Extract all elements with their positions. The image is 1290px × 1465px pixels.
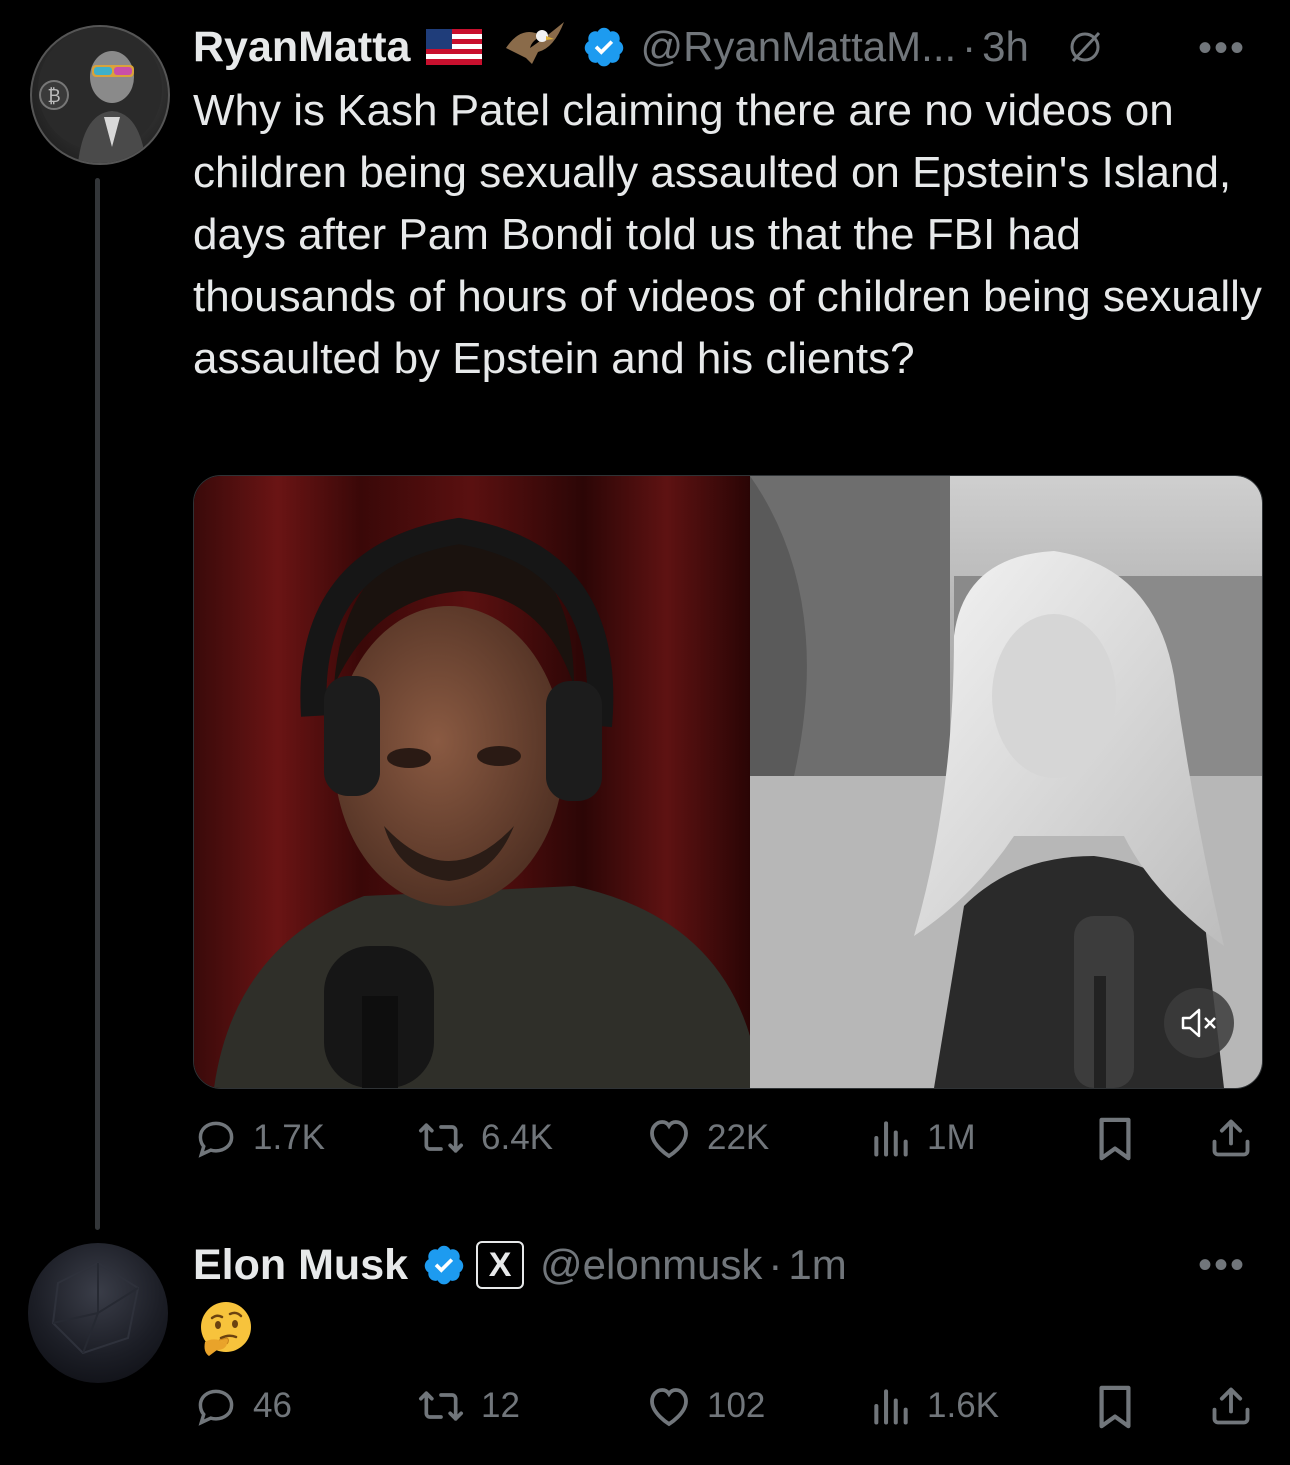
author-name[interactable]: RyanMatta (193, 23, 410, 72)
share-icon (1212, 1119, 1250, 1157)
tweet-actions: 46 12 102 1.6K (193, 1384, 1255, 1434)
emoji-text: 🤔 (197, 1300, 198, 1301)
views-button[interactable]: 1.6K (869, 1384, 999, 1428)
views-icon (874, 1389, 908, 1425)
views-count: 1.6K (927, 1386, 999, 1425)
like-icon (650, 1388, 688, 1427)
svg-text:₿: ₿ (47, 86, 60, 107)
reply-count: 46 (253, 1386, 292, 1425)
reply-icon (198, 1389, 234, 1426)
repost-icon (419, 1123, 463, 1153)
video-frame (194, 476, 1262, 1088)
flag-icon (426, 29, 483, 65)
views-count: 1M (927, 1118, 976, 1157)
avatar-elonmusk[interactable] (28, 1243, 168, 1383)
tweet-header: Elon Musk X @elonmusk · 1m (193, 1237, 847, 1293)
reply-button[interactable]: 46 (193, 1384, 292, 1428)
like-button[interactable]: 102 (645, 1384, 765, 1428)
bookmark-button[interactable] (1095, 1384, 1149, 1430)
bookmark-icon (1099, 1385, 1131, 1429)
views-icon (874, 1121, 908, 1157)
thread-line (95, 178, 100, 1230)
reply-count: 1.7K (253, 1118, 325, 1157)
bookmark-icon (1099, 1117, 1131, 1161)
x-affiliate-badge[interactable]: X (476, 1241, 525, 1289)
more-options-icon[interactable]: ••• (1198, 1243, 1246, 1288)
like-icon (650, 1120, 688, 1159)
author-name[interactable]: Elon Musk (193, 1241, 408, 1290)
mute-icon (1181, 1008, 1216, 1038)
more-options-icon[interactable]: ••• (1198, 26, 1246, 71)
reply-icon (198, 1121, 234, 1158)
eagle-icon (506, 22, 565, 64)
verified-icon[interactable] (422, 1243, 466, 1287)
avatar-ryanmatta[interactable]: ₿ (30, 25, 170, 165)
tweet-video[interactable] (193, 475, 1263, 1089)
thinking-face-icon (201, 1302, 251, 1356)
like-button[interactable]: 22K (645, 1116, 769, 1160)
share-button[interactable] (1209, 1384, 1267, 1428)
like-count: 22K (707, 1118, 770, 1157)
author-handle[interactable]: @RyanMattaM... (640, 23, 956, 71)
tweet-text: Why is Kash Patel claiming there are no … (193, 86, 1262, 383)
mute-button[interactable] (1164, 988, 1234, 1058)
tweet-time[interactable]: 3h (982, 23, 1029, 71)
reply-button[interactable]: 1.7K (193, 1116, 325, 1160)
repost-count: 12 (481, 1386, 520, 1425)
tweet-time[interactable]: 1m (788, 1241, 846, 1289)
tweet-actions: 1.7K 6.4K 22K 1M (193, 1116, 1255, 1166)
repost-count: 6.4K (481, 1118, 553, 1157)
repost-button[interactable]: 12 (415, 1384, 520, 1428)
share-icon (1212, 1387, 1250, 1425)
community-notes-icon (1070, 31, 1100, 63)
separator-dot: · (962, 23, 977, 70)
avatar-image (51, 1261, 140, 1355)
bookmark-button[interactable] (1095, 1116, 1149, 1162)
repost-icon (419, 1391, 463, 1421)
tweet-text: 🤔 (197, 1300, 255, 1358)
avatar-portrait-icon: ₿ (38, 27, 162, 163)
share-button[interactable] (1209, 1116, 1267, 1160)
verified-icon[interactable] (582, 25, 626, 69)
tweet-header: RyanMatta @RyanMattaM... · 3h (193, 20, 1105, 74)
separator-dot: · (768, 1241, 783, 1288)
repost-button[interactable]: 6.4K (415, 1116, 553, 1160)
views-button[interactable]: 1M (869, 1116, 976, 1160)
like-count: 102 (707, 1386, 766, 1425)
author-handle[interactable]: @elonmusk (540, 1241, 762, 1289)
